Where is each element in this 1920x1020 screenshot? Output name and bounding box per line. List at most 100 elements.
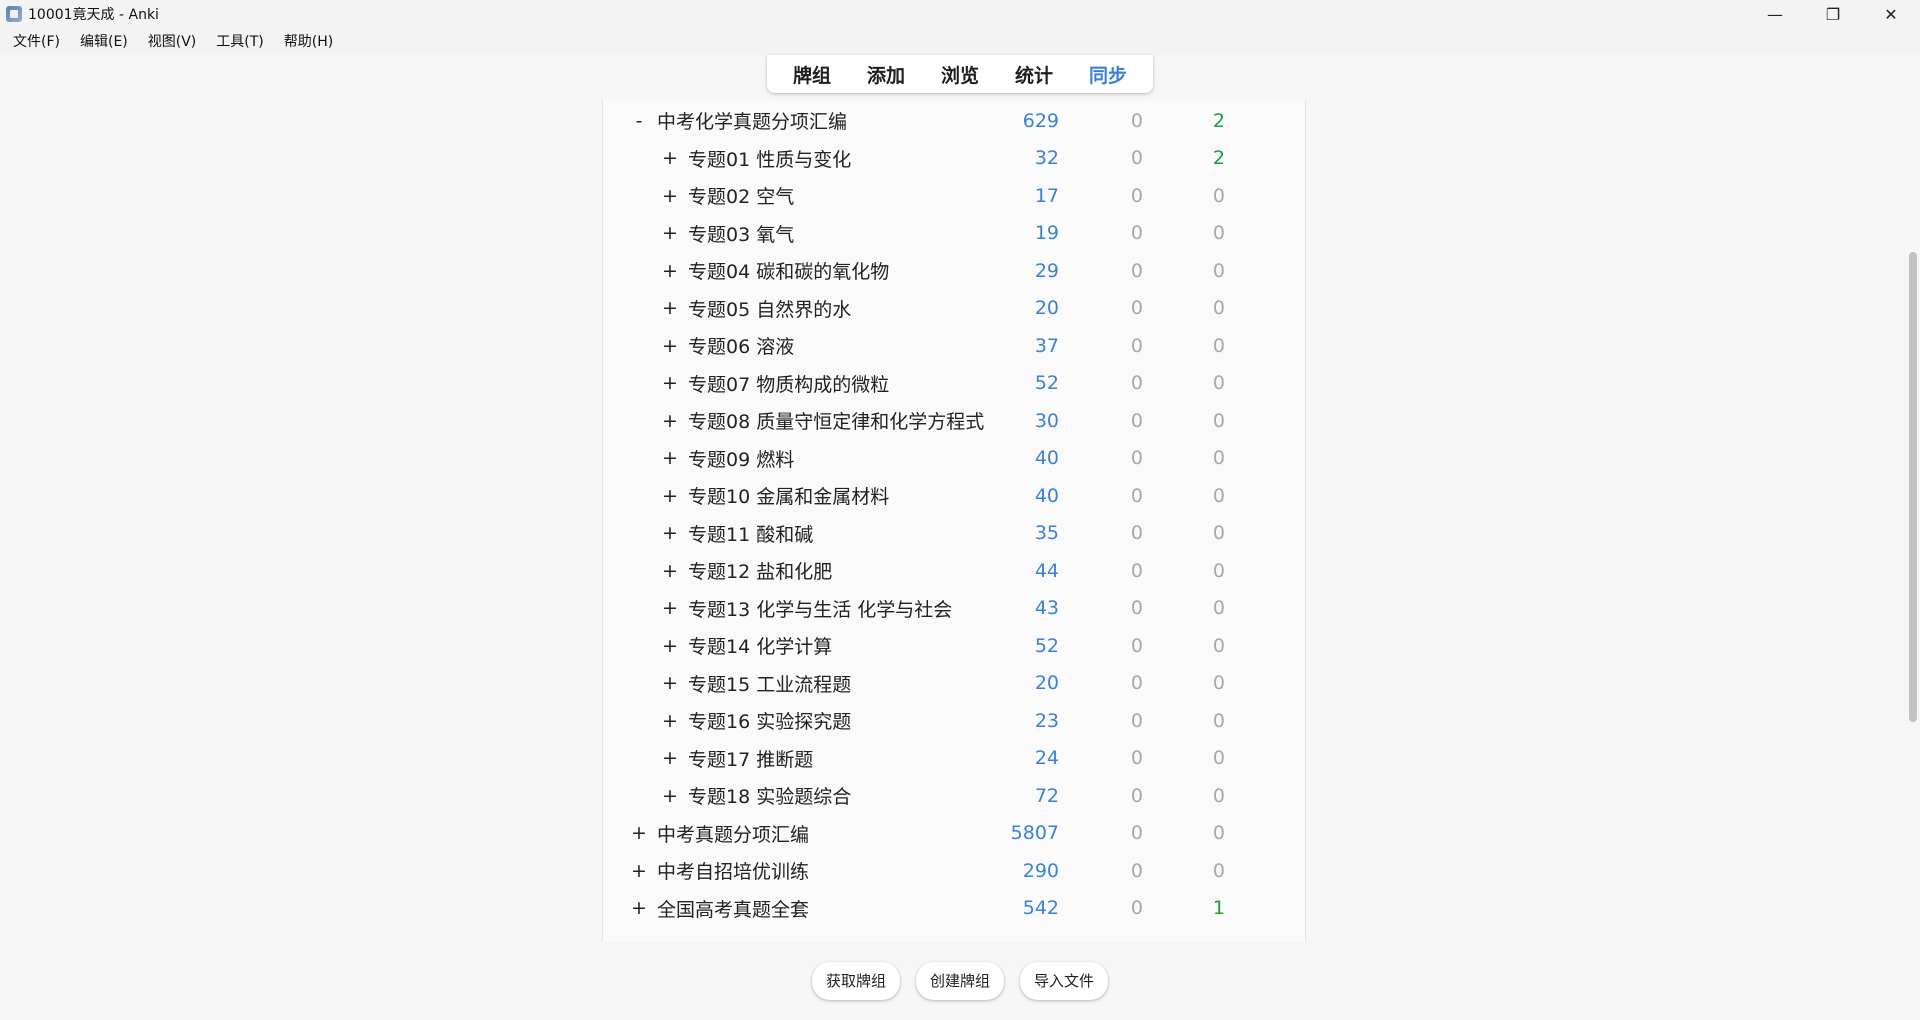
nav-add[interactable]: 添加 [849,61,923,88]
learn-count: 0 [1130,709,1143,732]
deck-row[interactable]: + 专题14 化学计算 52 0 0 [603,627,1305,664]
deck-name[interactable]: 专题17 推断题 [688,745,813,772]
deck-name[interactable]: 专题02 空气 [688,182,794,209]
deck-row[interactable]: - 中考化学真题分项汇编 629 0 2 [603,102,1305,139]
deck-name[interactable]: 专题13 化学与生活 化学与社会 [688,595,952,622]
expand-toggle[interactable]: + [631,822,647,844]
new-count: 72 [1034,784,1059,807]
menu-edit[interactable]: 编辑(E) [73,31,135,51]
expand-toggle[interactable]: + [662,785,678,807]
expand-toggle[interactable]: + [662,447,678,469]
new-count: 542 [1022,897,1059,919]
close-button[interactable]: ✕ [1862,0,1920,28]
deck-row[interactable]: + 专题11 酸和碱 35 0 0 [603,515,1305,552]
expand-toggle[interactable]: + [662,297,678,319]
deck-row[interactable]: + 专题18 实验题综合 72 0 0 [603,777,1305,814]
deck-row[interactable]: + 全国高考真题全套 542 0 1 [603,890,1305,927]
expand-toggle[interactable]: + [662,522,678,544]
learn-count: 0 [1130,222,1143,244]
deck-name[interactable]: 中考真题分项汇编 [657,820,809,847]
expand-toggle[interactable]: + [662,485,678,507]
deck-row[interactable]: + 专题04 碳和碳的氧化物 29 0 0 [603,252,1305,289]
expand-toggle[interactable]: + [662,410,678,432]
title-bar: 10001竟天成 - Anki — ❐ ✕ [0,0,1920,28]
nav-browse[interactable]: 浏览 [923,61,997,88]
deck-name[interactable]: 专题16 实验探究题 [688,707,851,734]
expand-toggle[interactable]: + [662,372,678,394]
deck-row[interactable]: + 专题06 溶液 37 0 0 [603,327,1305,364]
anki-app-icon [6,6,22,22]
new-count: 20 [1034,297,1059,319]
deck-name[interactable]: 中考化学真题分项汇编 [657,107,847,134]
deck-name[interactable]: 专题12 盐和化肥 [688,557,832,584]
deck-row[interactable]: + 专题12 盐和化肥 44 0 0 [603,552,1305,589]
expand-toggle[interactable]: + [631,860,647,882]
expand-toggle[interactable]: + [662,185,678,207]
menu-file[interactable]: 文件(F) [6,31,67,51]
deck-name[interactable]: 专题01 性质与变化 [688,145,851,172]
deck-row[interactable]: + 专题17 推断题 24 0 0 [603,740,1305,777]
expand-toggle[interactable]: + [662,635,678,657]
deck-row[interactable]: + 专题03 氧气 19 0 0 [603,215,1305,252]
vertical-scrollbar[interactable] [1906,56,1920,1020]
deck-row[interactable]: + 中考自招培优训练 290 0 0 [603,852,1305,889]
window-controls: — ❐ ✕ [1746,0,1920,28]
deck-name[interactable]: 专题15 工业流程题 [688,670,851,697]
menu-help[interactable]: 帮助(H) [277,31,340,51]
deck-row[interactable]: + 专题13 化学与生活 化学与社会 43 0 0 [603,590,1305,627]
deck-name[interactable]: 专题04 碳和碳的氧化物 [688,257,889,284]
expand-toggle[interactable]: + [662,747,678,769]
deck-row[interactable]: + 专题15 工业流程题 20 0 0 [603,665,1305,702]
deck-row[interactable]: + 专题16 实验探究题 23 0 0 [603,702,1305,739]
deck-name[interactable]: 专题06 溶液 [688,332,794,359]
deck-name[interactable]: 全国高考真题全套 [657,895,809,922]
deck-row[interactable]: + 专题08 质量守恒定律和化学方程式 30 0 0 [603,402,1305,439]
learn-count: 0 [1130,409,1143,432]
deck-name[interactable]: 专题18 实验题综合 [688,782,851,809]
new-count: 40 [1034,484,1059,507]
deck-name[interactable]: 专题10 金属和金属材料 [688,482,889,509]
deck-row[interactable]: + 专题07 物质构成的微粒 52 0 0 [603,365,1305,402]
nav-decks[interactable]: 牌组 [775,61,849,88]
menu-tools[interactable]: 工具(T) [209,31,270,51]
collapse-toggle[interactable]: - [631,110,647,132]
deck-row[interactable]: + 中考真题分项汇编 5807 0 0 [603,815,1305,852]
expand-toggle[interactable]: + [631,897,647,919]
new-count: 24 [1034,747,1059,769]
expand-toggle[interactable]: + [662,560,678,582]
deck-row[interactable]: + 专题05 自然界的水 20 0 0 [603,290,1305,327]
expand-toggle[interactable]: + [662,147,678,169]
expand-toggle[interactable]: + [662,222,678,244]
nav-sync[interactable]: 同步 [1071,61,1145,88]
deck-name[interactable]: 专题09 燃料 [688,445,794,472]
get-shared-button[interactable]: 获取牌组 [811,962,900,1000]
deck-name[interactable]: 专题05 自然界的水 [688,295,851,322]
menu-view[interactable]: 视图(V) [141,31,204,51]
expand-toggle[interactable]: + [662,597,678,619]
expand-toggle[interactable]: + [662,710,678,732]
minimize-button[interactable]: — [1746,0,1804,28]
expand-toggle[interactable]: + [662,260,678,282]
scrollbar-thumb[interactable] [1909,252,1917,722]
expand-toggle[interactable]: + [662,335,678,357]
nav-stats[interactable]: 统计 [997,61,1071,88]
deck-row[interactable]: + 专题02 空气 17 0 0 [603,177,1305,214]
deck-name[interactable]: 专题11 酸和碱 [688,520,813,547]
deck-row[interactable]: + 专题09 燃料 40 0 0 [603,440,1305,477]
anki-window: 10001竟天成 - Anki — ❐ ✕ 文件(F) 编辑(E) 视图(V) … [0,0,1920,1020]
due-count: 0 [1212,559,1225,582]
deck-name[interactable]: 专题14 化学计算 [688,632,832,659]
learn-count: 0 [1130,297,1143,319]
due-count: 0 [1212,747,1225,769]
deck-row[interactable]: + 专题10 金属和金属材料 40 0 0 [603,477,1305,514]
deck-name[interactable]: 专题03 氧气 [688,220,794,247]
maximize-button[interactable]: ❐ [1804,0,1862,28]
learn-count: 0 [1130,184,1143,207]
deck-name[interactable]: 专题08 质量守恒定律和化学方程式 [688,407,984,434]
expand-toggle[interactable]: + [662,672,678,694]
deck-name[interactable]: 专题07 物质构成的微粒 [688,370,889,397]
deck-row[interactable]: + 专题01 性质与变化 32 0 2 [603,140,1305,177]
import-file-button[interactable]: 导入文件 [1020,962,1109,1000]
create-deck-button[interactable]: 创建牌组 [915,962,1004,1000]
deck-name[interactable]: 中考自招培优训练 [657,857,809,884]
